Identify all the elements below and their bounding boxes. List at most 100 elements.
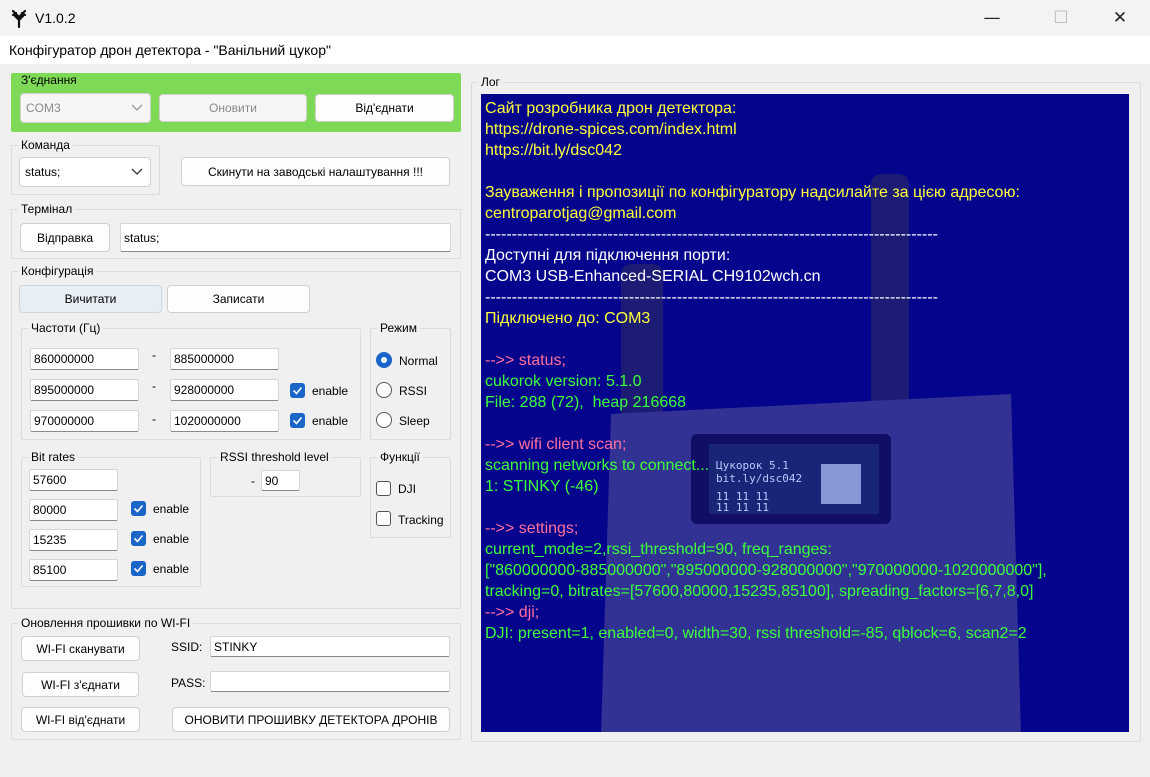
log-output[interactable]: Цукорок 5.1 bit.ly/dsc042 11 11 11 11 11…: [481, 94, 1129, 732]
factory-reset-button[interactable]: Скинути на заводські налаштування !!!: [181, 157, 450, 186]
checkmark-icon: [292, 416, 303, 425]
log-line: Підключено до: COM3: [485, 310, 651, 327]
bitrate-4-enable-checkbox[interactable]: [131, 561, 146, 576]
disconnect-button[interactable]: Від'єднати: [315, 94, 454, 122]
refresh-button[interactable]: Оновити: [159, 94, 307, 122]
tracking-checkbox[interactable]: [376, 511, 391, 526]
bitrate-2-input[interactable]: 80000: [29, 499, 118, 521]
port-select[interactable]: COM3: [20, 93, 151, 123]
maximize-button[interactable]: ☐: [1038, 0, 1084, 36]
connection-group-label: З'єднання: [18, 73, 80, 87]
write-config-button[interactable]: Записати: [167, 285, 310, 313]
bitrate-4-input[interactable]: 85100: [29, 559, 118, 581]
minimize-icon: —: [983, 8, 1001, 28]
wifi-disconnect-button[interactable]: WI-FI від'єднати: [21, 707, 140, 732]
bitrate-3-enable-label: enable: [153, 532, 190, 546]
pass-label: PASS:: [171, 676, 206, 690]
close-button[interactable]: ✕: [1097, 0, 1143, 36]
log-line: ----------------------------------------…: [485, 289, 938, 306]
mode-normal-radio[interactable]: [376, 352, 392, 368]
log-line: tracking=0, bitrates=[57600,80000,15235,…: [485, 583, 1034, 600]
wifi-scan-button[interactable]: WI-FI сканувати: [21, 636, 140, 661]
freq-range-3-enable-checkbox[interactable]: [290, 413, 305, 428]
frequencies-group-label: Частоти (Гц): [28, 321, 104, 335]
terminal-group-label: Термінал: [18, 202, 76, 216]
tracking-label: Tracking: [398, 513, 444, 527]
wifi-connect-button[interactable]: WI-FI з'єднати: [22, 672, 139, 697]
chevron-down-icon: [131, 104, 143, 111]
send-button[interactable]: Відправка: [20, 223, 110, 252]
dji-checkbox[interactable]: [376, 481, 391, 496]
log-line: https://bit.ly/dsc042: [485, 142, 622, 159]
mode-group-label: Режим: [377, 321, 420, 335]
log-line: https://drone-spices.com/index.html: [485, 121, 737, 138]
command-group-label: Команда: [18, 138, 73, 152]
log-line: 1: STINKY (-46): [485, 478, 599, 495]
freq-range-3-enable-label: enable: [312, 414, 349, 428]
freq-range-1-from[interactable]: 860000000: [30, 348, 139, 370]
checkmark-icon: [133, 504, 144, 513]
log-lines: Сайт розробника дрон детектора: https://d…: [485, 98, 1047, 644]
bitrate-3-input[interactable]: 15235: [29, 529, 118, 551]
log-line: Зауваження і пропозиції по конфігуратору…: [485, 184, 1020, 201]
wifi-update-group-label: Оновлення прошивки по WI-FI: [18, 616, 194, 630]
freq-range-2-enable-checkbox[interactable]: [290, 383, 305, 398]
command-select[interactable]: status;: [19, 157, 151, 187]
log-line: COM3 USB-Enhanced-SERIAL CH9102wch.cn: [485, 268, 821, 285]
log-line: centroparotjag@gmail.com: [485, 205, 677, 222]
freq-range-3-dash: -: [152, 412, 156, 426]
freq-range-2-to[interactable]: 928000000: [170, 379, 279, 401]
log-group-label: Лог: [478, 75, 503, 89]
freq-range-2-from[interactable]: 895000000: [30, 379, 139, 401]
rssi-threshold-group-label: RSSI threshold level: [217, 450, 332, 464]
close-icon: ✕: [1112, 8, 1128, 28]
log-line: File: 288 (72), heap 216668: [485, 394, 687, 411]
terminal-input[interactable]: status;: [120, 223, 451, 252]
log-line: cukorok version: 5.1.0: [485, 373, 642, 390]
functions-group-label: Функції: [377, 450, 423, 464]
maximize-icon: ☐: [1053, 8, 1069, 28]
log-line: Доступні для підключення порти:: [485, 247, 731, 264]
freq-range-3-from[interactable]: 970000000: [30, 410, 139, 432]
rssi-threshold-input[interactable]: 90: [261, 470, 300, 491]
command-select-value: status;: [25, 165, 61, 179]
log-line: current_mode=2,rssi_threshold=90, freq_r…: [485, 541, 832, 558]
log-line: Сайт розробника дрон детектора:: [485, 100, 737, 117]
log-line: scanning networks to connect...: [485, 457, 710, 474]
app-logo-icon: [9, 8, 29, 29]
bitrate-4-enable-label: enable: [153, 562, 190, 576]
bitrate-2-enable-checkbox[interactable]: [131, 501, 146, 516]
password-input[interactable]: [210, 671, 450, 692]
mode-normal-label: Normal: [399, 354, 438, 368]
update-firmware-button[interactable]: ОНОВИТИ ПРОШИВКУ ДЕТЕКТОРА ДРОНІВ: [172, 707, 450, 732]
freq-range-1-to[interactable]: 885000000: [170, 348, 279, 370]
bitrate-1-input[interactable]: 57600: [29, 469, 118, 491]
freq-range-2-dash: -: [152, 379, 156, 393]
minimize-button[interactable]: —: [969, 0, 1015, 36]
mode-rssi-radio[interactable]: [376, 382, 392, 398]
mode-sleep-radio[interactable]: [376, 412, 392, 428]
log-line: ["860000000-885000000","895000000-928000…: [485, 562, 1047, 579]
dji-label: DJI: [398, 482, 416, 496]
checkmark-icon: [133, 534, 144, 543]
checkmark-icon: [292, 386, 303, 395]
log-line: ----------------------------------------…: [485, 226, 938, 243]
port-select-value: COM3: [26, 101, 61, 115]
app-heading: Конфігуратор дрон детектора - "Ванільний…: [9, 42, 331, 58]
bitrate-3-enable-checkbox[interactable]: [131, 531, 146, 546]
ssid-label: SSID:: [171, 640, 203, 654]
freq-range-1-dash: -: [152, 348, 156, 362]
bitrate-2-enable-label: enable: [153, 502, 190, 516]
bitrates-group-label: Bit rates: [28, 450, 79, 464]
ssid-input[interactable]: STINKY: [210, 636, 450, 657]
mode-sleep-label: Sleep: [399, 414, 430, 428]
mode-rssi-label: RSSI: [399, 384, 428, 398]
log-line: -->> settings;: [485, 520, 579, 537]
configuration-group-label: Конфігурація: [18, 264, 97, 278]
freq-range-3-to[interactable]: 1020000000: [170, 410, 279, 432]
read-config-button[interactable]: Вичитати: [19, 285, 162, 313]
